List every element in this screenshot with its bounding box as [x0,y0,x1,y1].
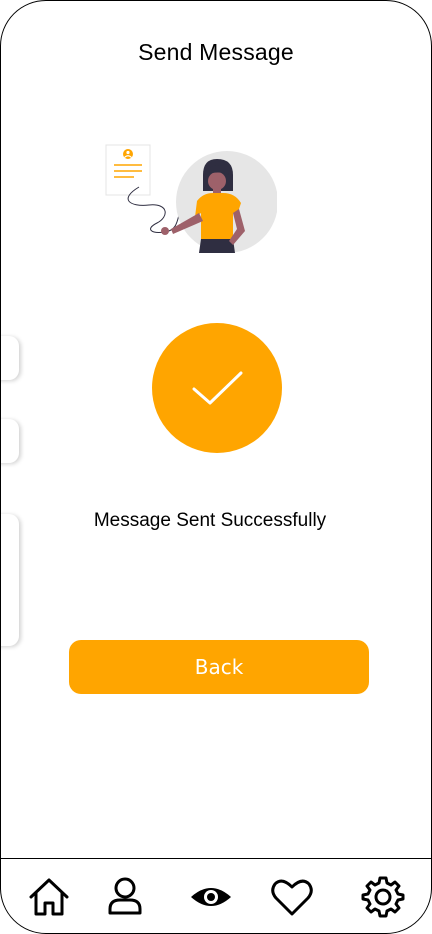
heart-icon [271,879,313,916]
nav-favorites[interactable] [270,875,314,919]
phone-screen: Send Message Message Sent Successfully B… [0,0,432,934]
success-check-icon [152,323,282,453]
home-icon [29,878,69,916]
back-button[interactable]: Back [69,640,369,694]
peek-card [1,419,19,463]
nav-home[interactable] [27,875,71,919]
status-message: Message Sent Successfully [93,510,327,531]
nav-settings[interactable] [361,875,405,919]
page-title: Send Message [138,39,294,65]
peek-card [1,336,19,380]
message-illustration [105,144,277,253]
nav-profile[interactable] [103,875,147,919]
bottom-nav [1,858,431,933]
eye-icon [191,888,231,906]
nav-view[interactable] [189,875,233,919]
user-icon [108,877,142,915]
gear-icon [361,876,405,918]
peek-card [1,514,19,646]
